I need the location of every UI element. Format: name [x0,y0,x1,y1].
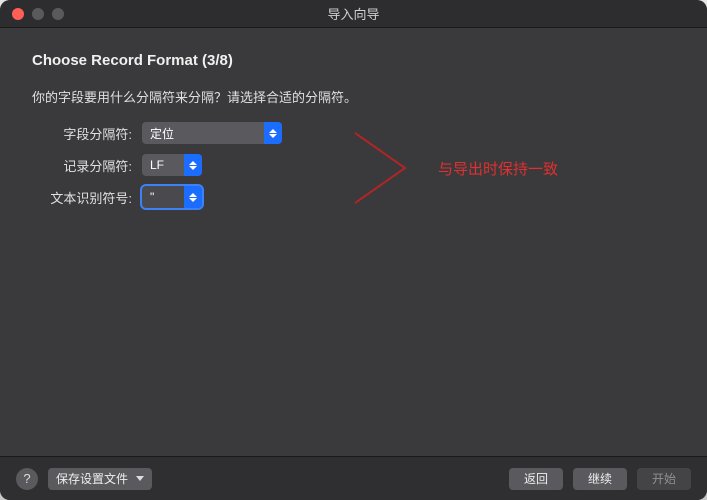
minimize-icon[interactable] [32,8,44,20]
maximize-icon[interactable] [52,8,64,20]
content-area: Choose Record Format (3/8) 你的字段要用什么分隔符来分… [0,28,707,456]
annotation-arrow-icon [350,128,430,208]
text-qualifier-label: 文本识别符号: [32,188,142,207]
continue-button[interactable]: 继续 [573,468,627,490]
footer: ? 保存设置文件 返回 继续 开始 [0,456,707,500]
field-separator-label: 字段分隔符: [32,124,142,143]
text-qualifier-select[interactable]: " [142,186,202,208]
field-separator-value: 定位 [142,125,264,142]
record-separator-select[interactable]: LF [142,154,202,176]
chevron-updown-icon [264,122,282,144]
text-qualifier-value: " [142,190,184,204]
annotation-text: 与导出时保持一致 [438,158,558,179]
back-button[interactable]: 返回 [509,468,563,490]
caret-down-icon [136,476,144,481]
record-separator-value: LF [142,158,184,172]
instruction-text: 你的字段要用什么分隔符来分隔？请选择合适的分隔符。 [32,87,675,106]
chevron-updown-icon [184,186,202,208]
page-title: Choose Record Format (3/8) [32,52,675,69]
chevron-updown-icon [184,154,202,176]
window-title: 导入向导 [327,4,379,23]
annotation: 与导出时保持一致 [350,128,558,208]
dialog-window: 导入向导 Choose Record Format (3/8) 你的字段要用什么… [0,0,707,500]
record-separator-label: 记录分隔符: [32,156,142,175]
start-button: 开始 [637,468,691,490]
help-button[interactable]: ? [16,468,38,490]
titlebar: 导入向导 [0,0,707,28]
field-separator-select[interactable]: 定位 [142,122,282,144]
save-settings-label: 保存设置文件 [56,470,128,487]
save-settings-button[interactable]: 保存设置文件 [48,468,152,490]
close-icon[interactable] [12,8,24,20]
traffic-lights [0,8,64,20]
